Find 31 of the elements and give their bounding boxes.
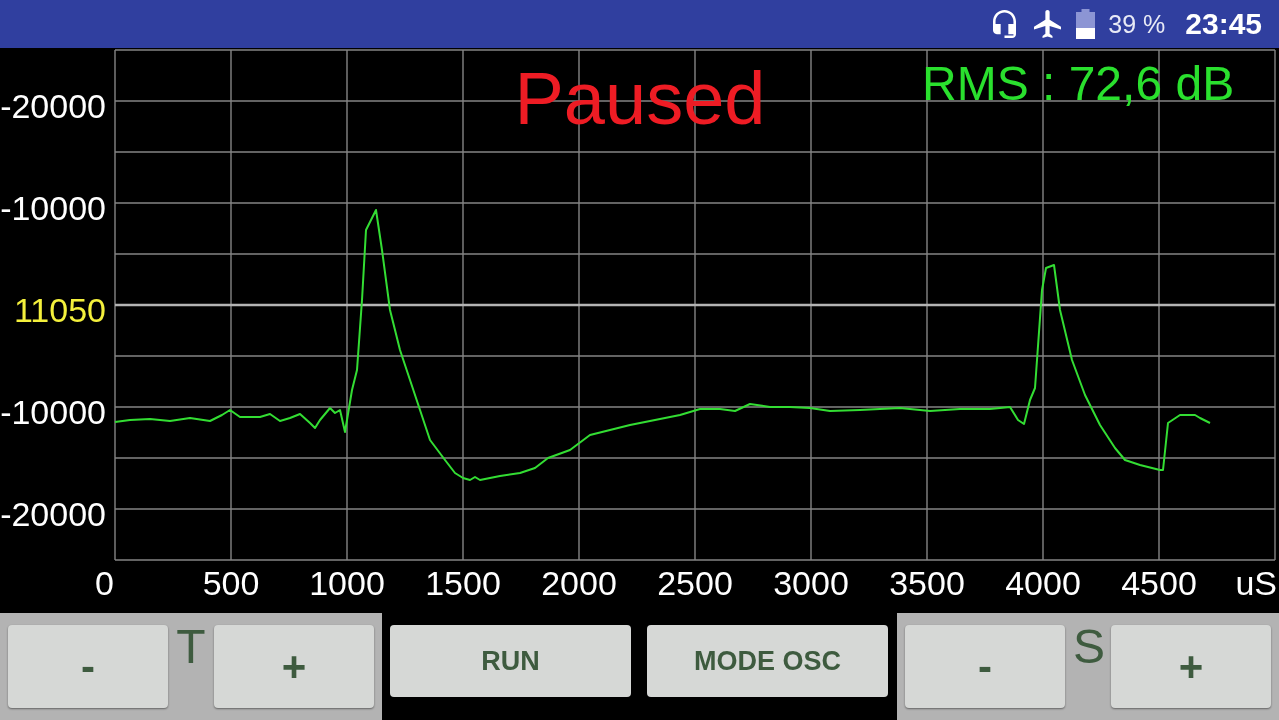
stepper-label: S — [1073, 623, 1103, 671]
axis-label: 1500 — [425, 564, 501, 602]
axis-label: 0 — [95, 564, 114, 602]
axis-label: -20000 — [0, 87, 106, 125]
axis-label: 2500 — [657, 564, 733, 602]
battery-icon — [1076, 9, 1096, 39]
axis-label: -10000 — [0, 393, 106, 431]
state-text: Paused — [514, 57, 766, 140]
axis-label: -10000 — [0, 189, 106, 227]
axis-label: 4000 — [1005, 564, 1081, 602]
airplane-icon — [1034, 10, 1062, 38]
increase-button[interactable]: + — [214, 625, 374, 708]
axis-label: 2000 — [541, 564, 617, 602]
headphones-icon — [993, 10, 1017, 38]
action-button[interactable]: MODE OSC — [647, 625, 888, 697]
axis-label: 4500 — [1121, 564, 1197, 602]
axis-label: 500 — [202, 564, 260, 602]
axis-label: 3500 — [889, 564, 965, 602]
rms-readout: RMS : 72,6 dB — [922, 57, 1235, 110]
decrease-button[interactable]: - — [905, 625, 1065, 708]
axis-label: 3000 — [773, 564, 849, 602]
battery-percent-text: 39 % — [1108, 9, 1166, 39]
stepper-label: T — [176, 623, 206, 671]
axis-label: -20000 — [0, 495, 106, 533]
action-button[interactable]: RUN — [390, 625, 631, 697]
axis-label: 11050 — [13, 291, 106, 329]
decrease-button[interactable]: - — [8, 625, 168, 708]
clock-time: 23:45 — [1185, 7, 1262, 41]
axis-unit-label: uS — [1235, 564, 1277, 602]
increase-button[interactable]: + — [1111, 625, 1271, 708]
axis-label: 1000 — [309, 564, 385, 602]
